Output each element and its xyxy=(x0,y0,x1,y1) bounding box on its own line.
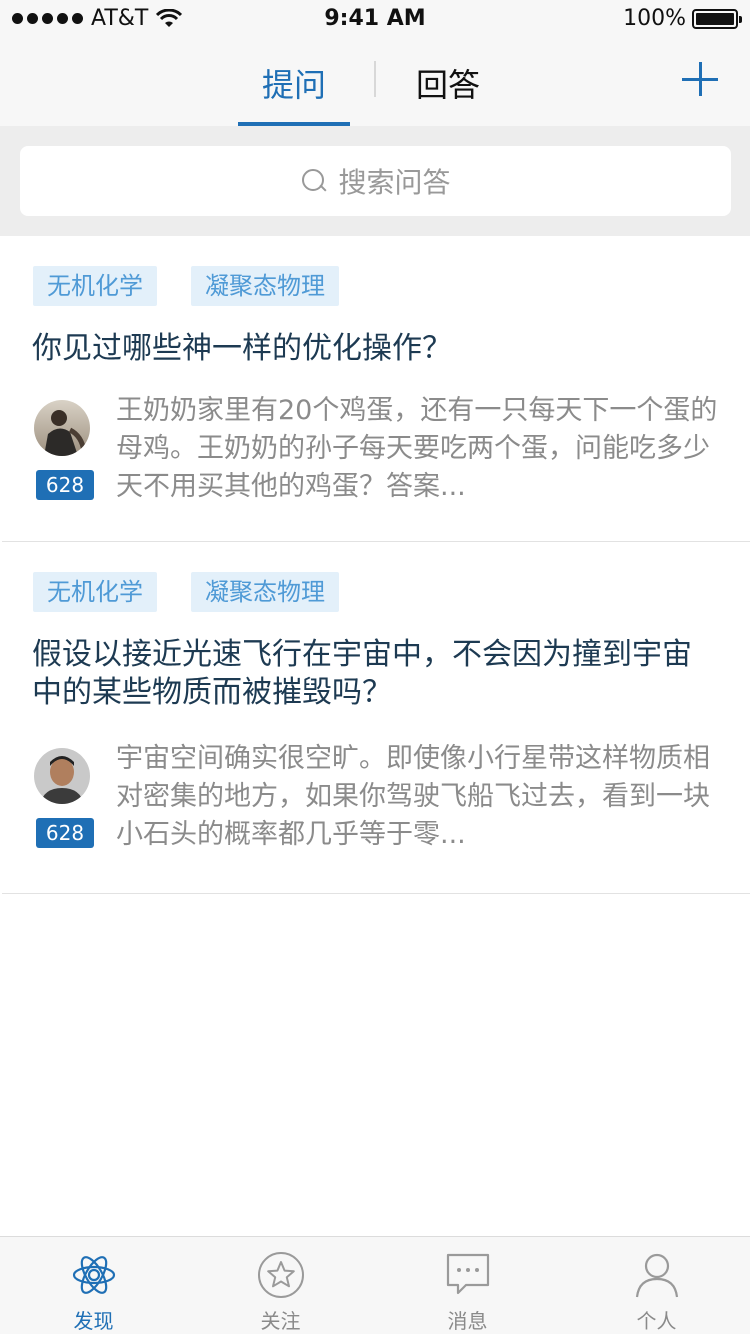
tab-label: 消息 xyxy=(447,1309,488,1333)
atom-icon xyxy=(72,1256,115,1294)
tab-messages[interactable]: 消息 xyxy=(374,1237,561,1334)
tab-discover[interactable]: 发现 xyxy=(0,1237,187,1334)
search-area: 搜索问答 xyxy=(0,126,750,236)
battery-icon xyxy=(692,8,742,29)
battery-percent: 100% xyxy=(623,6,686,31)
tag-list: 无机化学 凝聚态物理 xyxy=(33,572,339,612)
tab-label: 发现 xyxy=(73,1309,114,1333)
question-title[interactable]: 你见过哪些神一样的优化操作？ xyxy=(32,330,710,368)
bottom-tab-bar: 发现 关注 消息 个人 xyxy=(0,1236,750,1334)
tag[interactable]: 凝聚态物理 xyxy=(191,572,339,612)
vote-count-badge: 628 xyxy=(36,818,94,848)
message-icon xyxy=(446,1253,489,1295)
question-card[interactable]: 无机化学 凝聚态物理 假设以接近光速飞行在宇宙中，不会因为撞到宇宙中的某些物质而… xyxy=(2,542,750,894)
add-question-button[interactable] xyxy=(680,60,720,100)
tag[interactable]: 无机化学 xyxy=(33,266,157,306)
tab-label: 关注 xyxy=(260,1309,301,1333)
question-list: 无机化学 凝聚态物理 你见过哪些神一样的优化操作？ 628 王奶奶家里有20个鸡… xyxy=(0,236,750,894)
tag[interactable]: 凝聚态物理 xyxy=(191,266,339,306)
answer-excerpt[interactable]: 王奶奶家里有20个鸡蛋，还有一只每天下一个蛋的母鸡。王奶奶的孙子每天要吃两个蛋，… xyxy=(116,392,720,506)
status-bar: AT&T 9:41 AM 100% xyxy=(0,0,750,40)
tag-list: 无机化学 凝聚态物理 xyxy=(33,266,339,306)
answer-excerpt[interactable]: 宇宙空间确实很空旷。即使像小行星带这样物质相对密集的地方，如果你驾驶飞船飞过去，… xyxy=(116,740,720,854)
tag[interactable]: 无机化学 xyxy=(33,572,157,612)
search-icon xyxy=(300,167,328,195)
person-icon xyxy=(635,1253,678,1298)
search-placeholder: 搜索问答 xyxy=(338,166,451,199)
avatar[interactable] xyxy=(34,400,90,456)
tab-follow[interactable]: 关注 xyxy=(187,1237,374,1334)
top-nav: 提问 回答 xyxy=(0,40,750,126)
question-title[interactable]: 假设以接近光速飞行在宇宙中，不会因为撞到宇宙中的某些物质而被摧毁吗？ xyxy=(32,636,710,712)
vote-count-badge: 628 xyxy=(36,470,94,500)
question-card[interactable]: 无机化学 凝聚态物理 你见过哪些神一样的优化操作？ 628 王奶奶家里有20个鸡… xyxy=(2,236,750,542)
tab-ask[interactable]: 提问 xyxy=(238,40,350,126)
avatar[interactable] xyxy=(34,748,90,804)
tab-answer[interactable]: 回答 xyxy=(392,40,504,126)
star-icon xyxy=(257,1252,304,1298)
battery-status: 100% xyxy=(623,6,742,31)
search-input[interactable]: 搜索问答 xyxy=(20,146,731,216)
tab-label: 个人 xyxy=(636,1309,677,1333)
tab-divider xyxy=(374,61,376,97)
tab-profile[interactable]: 个人 xyxy=(563,1237,750,1334)
